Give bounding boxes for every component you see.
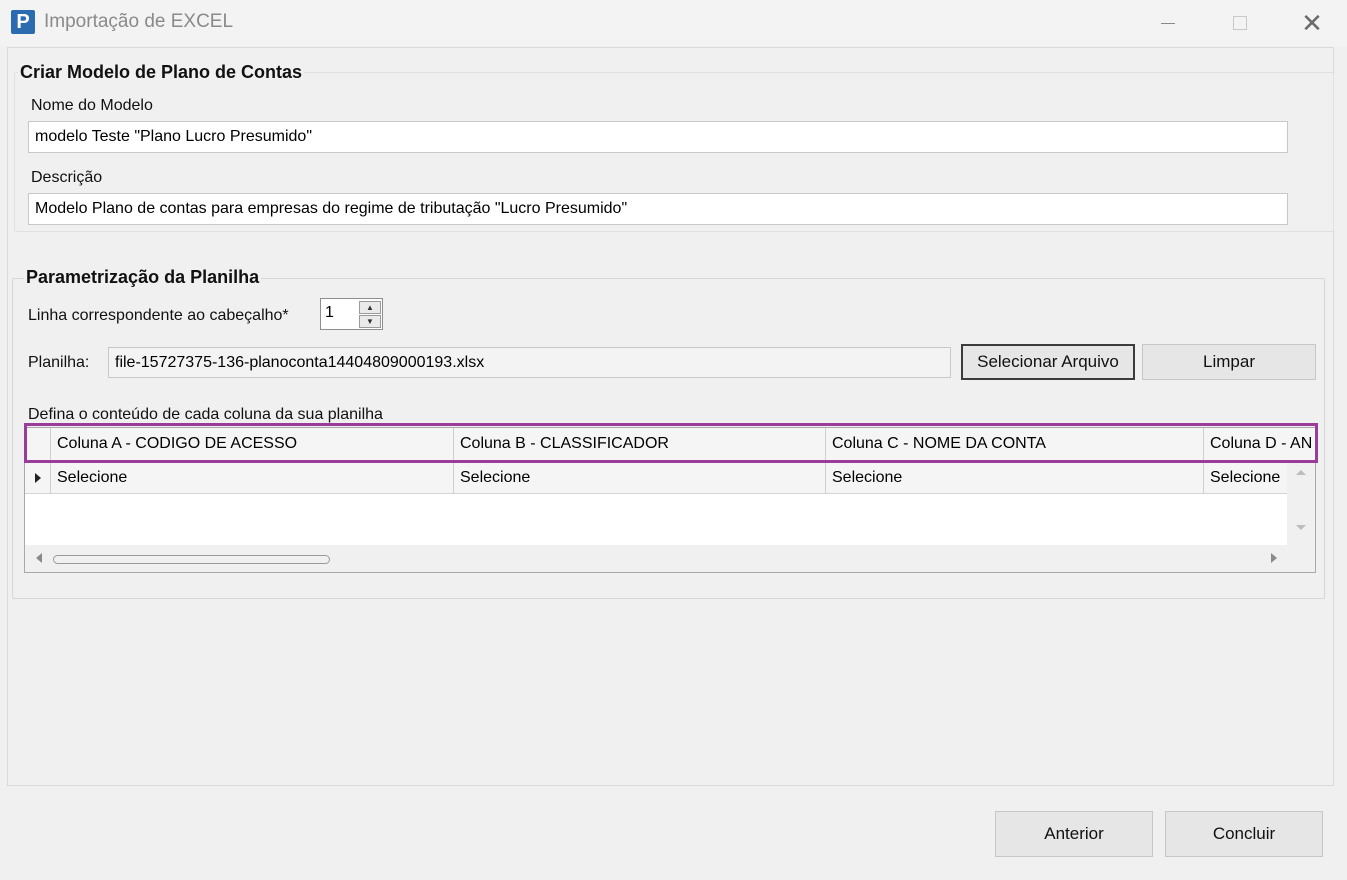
grid-header-row: Coluna A - CODIGO DE ACESSO Coluna B - C… [25,428,1314,461]
maximize-icon [1233,16,1247,30]
column-c-select[interactable]: Selecione [826,462,1204,493]
header-indicator-cell [25,428,51,460]
import-excel-window: P Importação de EXCEL ✕ Criar Modelo de … [0,0,1347,880]
grid-instructions: Defina o conteúdo de cada coluna da sua … [28,406,383,423]
descricao-input[interactable]: Modelo Plano de contas para empresas do … [28,193,1288,225]
planilha-path-field: file-15727375-136-planoconta144048090001… [108,347,951,378]
scroll-left-icon[interactable] [36,553,42,563]
window-title: Importação de EXCEL [44,11,234,32]
back-button[interactable]: Anterior [995,811,1153,857]
title-bar: P Importação de EXCEL ✕ [0,0,1347,46]
column-header-d[interactable]: Coluna D - AN [1204,428,1314,460]
spin-down-button[interactable]: ▼ [359,315,381,328]
close-icon: ✕ [1301,8,1323,38]
clear-button[interactable]: Limpar [1142,344,1316,380]
scroll-right-icon[interactable] [1271,553,1277,563]
column-header-c[interactable]: Coluna C - NOME DA CONTA [826,428,1204,460]
cabecalho-label: Linha correspondente ao cabeçalho* [28,307,289,324]
cabecalho-value: 1 [325,304,334,321]
nome-label: Nome do Modelo [31,97,153,114]
app-logo-icon: P [11,10,35,34]
scroll-up-icon[interactable] [1296,470,1306,475]
close-button[interactable]: ✕ [1276,0,1347,46]
minimize-icon [1161,22,1175,24]
scroll-down-icon[interactable] [1296,525,1306,530]
minimize-button[interactable] [1132,0,1204,46]
maximize-button[interactable] [1204,0,1276,46]
column-header-a[interactable]: Coluna A - CODIGO DE ACESSO [51,428,454,460]
column-mapping-grid: Coluna A - CODIGO DE ACESSO Coluna B - C… [24,427,1316,573]
finish-button[interactable]: Concluir [1165,811,1323,857]
modelo-group-title: Criar Modelo de Plano de Contas [18,62,305,83]
column-a-select[interactable]: Selecione [51,462,454,493]
planilha-label: Planilha: [28,354,90,371]
row-pointer-icon [34,472,41,483]
horizontal-scrollbar[interactable] [25,545,1287,572]
row-indicator [25,462,51,493]
descricao-label: Descrição [31,169,103,186]
vertical-scrollbar[interactable] [1287,462,1315,572]
chevron-up-icon: ▲ [366,303,374,312]
scroll-thumb[interactable] [53,555,330,564]
chevron-down-icon: ▼ [366,317,374,326]
nome-modelo-input[interactable]: modelo Teste "Plano Lucro Presumido" [28,121,1288,153]
column-header-b[interactable]: Coluna B - CLASSIFICADOR [454,428,826,460]
cabecalho-spinner[interactable]: 1 ▲ ▼ [320,298,383,330]
table-row: Selecione Selecione Selecione Selecione [25,462,1314,494]
parametrizacao-group-title: Parametrização da Planilha [24,267,262,288]
select-file-button[interactable]: Selecionar Arquivo [961,344,1135,380]
column-b-select[interactable]: Selecione [454,462,826,493]
spin-up-button[interactable]: ▲ [359,301,381,314]
